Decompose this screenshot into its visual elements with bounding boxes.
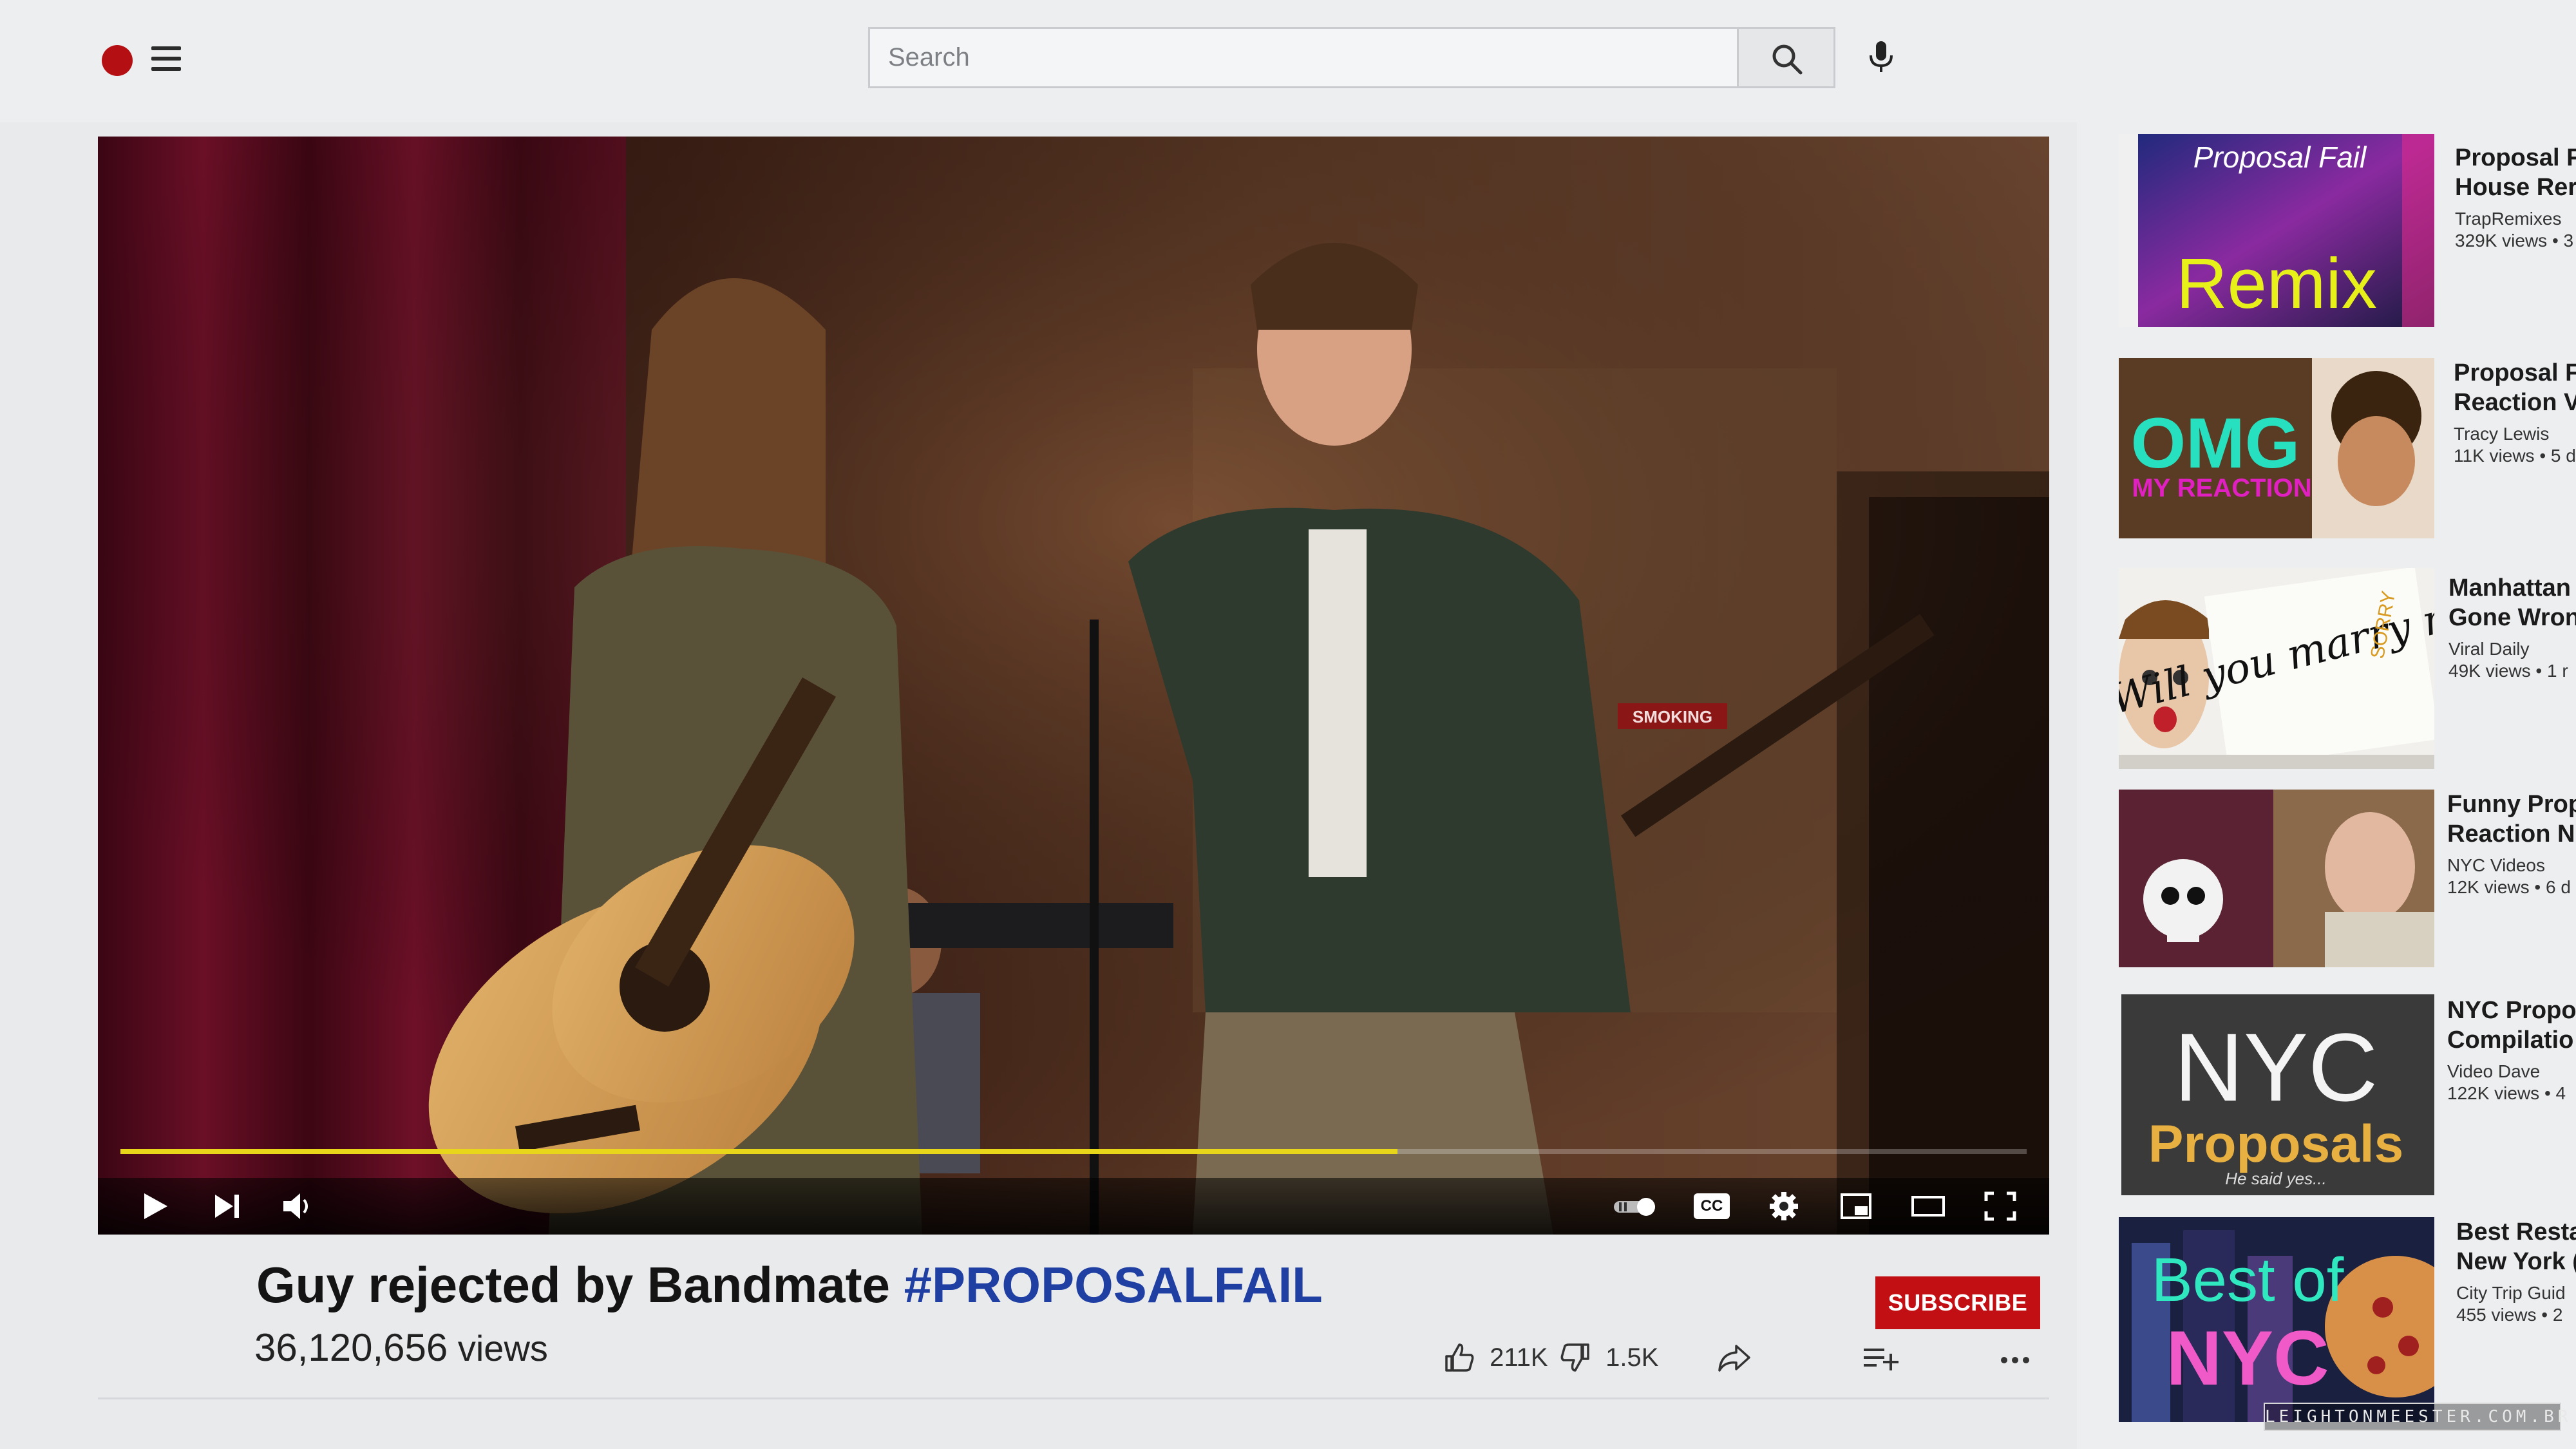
video-frame: SMOKING (98, 137, 2049, 1235)
video-thumbnail[interactable]: OMG MY REACTION (2119, 358, 2434, 538)
more-horizontal-icon (2001, 1357, 2029, 1363)
player-controls: CC (98, 1178, 2049, 1235)
search-box (868, 27, 1739, 88)
progress-bar[interactable] (120, 1149, 2027, 1154)
recommended-stats: 12K views • 6 d (2447, 877, 2571, 897)
play-icon[interactable] (137, 1189, 173, 1223)
video-thumbnail[interactable]: Will you marry me? SORRY (2119, 568, 2434, 769)
thumbnail-text: Proposal Fail (2193, 140, 2367, 174)
view-count-number: 36,120,656 (254, 1326, 448, 1369)
divider (98, 1397, 2049, 1399)
video-thumbnail[interactable]: Best of NYC (2119, 1217, 2434, 1422)
recommended-stats: 11K views • 5 d (2454, 446, 2576, 466)
recommended-title[interactable]: New York ( (2456, 1247, 2576, 1276)
hashtag-link[interactable]: #PROPOSALFAIL (904, 1256, 1323, 1313)
share-icon (1718, 1345, 1750, 1372)
recommended-channel[interactable]: NYC Videos (2447, 855, 2576, 876)
recommended-stats: 329K views • 3 (2455, 231, 2574, 251)
microphone-button[interactable] (1858, 33, 1904, 80)
recommended-stats: 122K views • 4 (2447, 1083, 2566, 1103)
captions-icon[interactable]: CC (1694, 1193, 1730, 1219)
search-button[interactable] (1739, 27, 1835, 88)
like-button[interactable]: 211K (1443, 1341, 1548, 1379)
video-thumbnail[interactable]: Proposal Fail Remix (2119, 134, 2434, 327)
volume-icon[interactable] (279, 1189, 316, 1223)
smoking-sign-text: SMOKING (1633, 707, 1712, 726)
like-count: 211K (1490, 1343, 1548, 1372)
thumbs-up-icon (1445, 1343, 1474, 1372)
thumbnail-text: NYC (2174, 1013, 2378, 1121)
video-thumbnail[interactable]: NYC Proposals He said yes... (2121, 994, 2434, 1195)
recommended-title[interactable]: Proposal F (2455, 143, 2576, 173)
video-player[interactable]: SMOKING CC (98, 137, 2049, 1235)
recommended-title[interactable]: Manhattan (2448, 573, 2576, 603)
fullscreen-icon[interactable] (1982, 1189, 2018, 1223)
recommended-title[interactable]: Proposal F (2454, 358, 2576, 388)
more-actions-button[interactable] (1999, 1341, 2031, 1379)
thumbnail-text: MY REACTION (2132, 474, 2311, 502)
thumbs-down-icon (1560, 1343, 1589, 1372)
dislike-count: 1.5K (1605, 1343, 1659, 1372)
microphone-icon (1870, 41, 1893, 72)
video-thumbnail[interactable] (2119, 790, 2434, 967)
recommended-title[interactable]: NYC Propo (2447, 996, 2576, 1025)
save-to-playlist-button[interactable] (1861, 1341, 1900, 1379)
thumbnail-text: Remix (2176, 244, 2377, 323)
video-title: Guy rejected by Bandmate #PROPOSALFAIL (256, 1256, 1323, 1314)
recommended-title[interactable]: Compilatio (2447, 1025, 2576, 1055)
progress-bar-fill (120, 1149, 1398, 1154)
hamburger-menu-icon[interactable] (151, 46, 181, 72)
share-button[interactable] (1716, 1341, 1752, 1379)
thumbnail-text: He said yes... (2225, 1169, 2327, 1188)
top-bar (0, 0, 2576, 122)
watermark: LEIGHTONMEESTER.COM.BR (2264, 1403, 2568, 1431)
add-to-playlist-icon (1864, 1349, 1899, 1370)
recommended-stats: 455 views • 2 (2456, 1305, 2563, 1325)
thumbnail-text: Best of (2152, 1245, 2344, 1314)
video-title-text: Guy rejected by Bandmate (256, 1256, 890, 1313)
recommended-title[interactable]: Gone Wron (2448, 603, 2576, 632)
recommended-title[interactable]: Funny Prop (2447, 790, 2576, 819)
autoplay-toggle-icon[interactable] (1609, 1189, 1660, 1223)
search-icon (1772, 44, 1803, 75)
thumbnail-text: NYC (2166, 1315, 2329, 1401)
recommended-stats: 49K views • 1 r (2448, 661, 2568, 681)
logo-dot-icon[interactable] (102, 45, 133, 76)
thumbnail-text: Proposals (2148, 1115, 2403, 1173)
view-count-label: views (457, 1328, 548, 1368)
recommended-title[interactable]: Reaction V (2454, 388, 2576, 417)
dislike-button[interactable]: 1.5K (1558, 1341, 1658, 1379)
next-icon[interactable] (209, 1189, 245, 1223)
recommended-channel[interactable]: TrapRemixes (2455, 209, 2576, 229)
recommended-channel[interactable]: Tracy Lewis (2454, 424, 2576, 444)
subscribe-button[interactable]: SUBSCRIBE (1875, 1276, 2040, 1329)
recommended-title[interactable]: Reaction N (2447, 819, 2576, 849)
miniplayer-icon[interactable] (1838, 1189, 1874, 1223)
recommended-channel[interactable]: Video Dave (2447, 1061, 2576, 1082)
settings-icon[interactable] (1766, 1189, 1802, 1223)
thumbnail-text: OMG (2131, 404, 2300, 483)
recommended-channel[interactable]: City Trip Guid (2456, 1283, 2576, 1303)
theater-mode-icon[interactable] (1910, 1189, 1946, 1223)
recommended-title[interactable]: Best Resta (2456, 1217, 2576, 1247)
recommended-title[interactable]: House Rer (2455, 173, 2576, 202)
search-input[interactable] (870, 29, 1739, 86)
recommended-channel[interactable]: Viral Daily (2448, 639, 2576, 659)
view-count: 36,120,656 views (254, 1325, 548, 1370)
